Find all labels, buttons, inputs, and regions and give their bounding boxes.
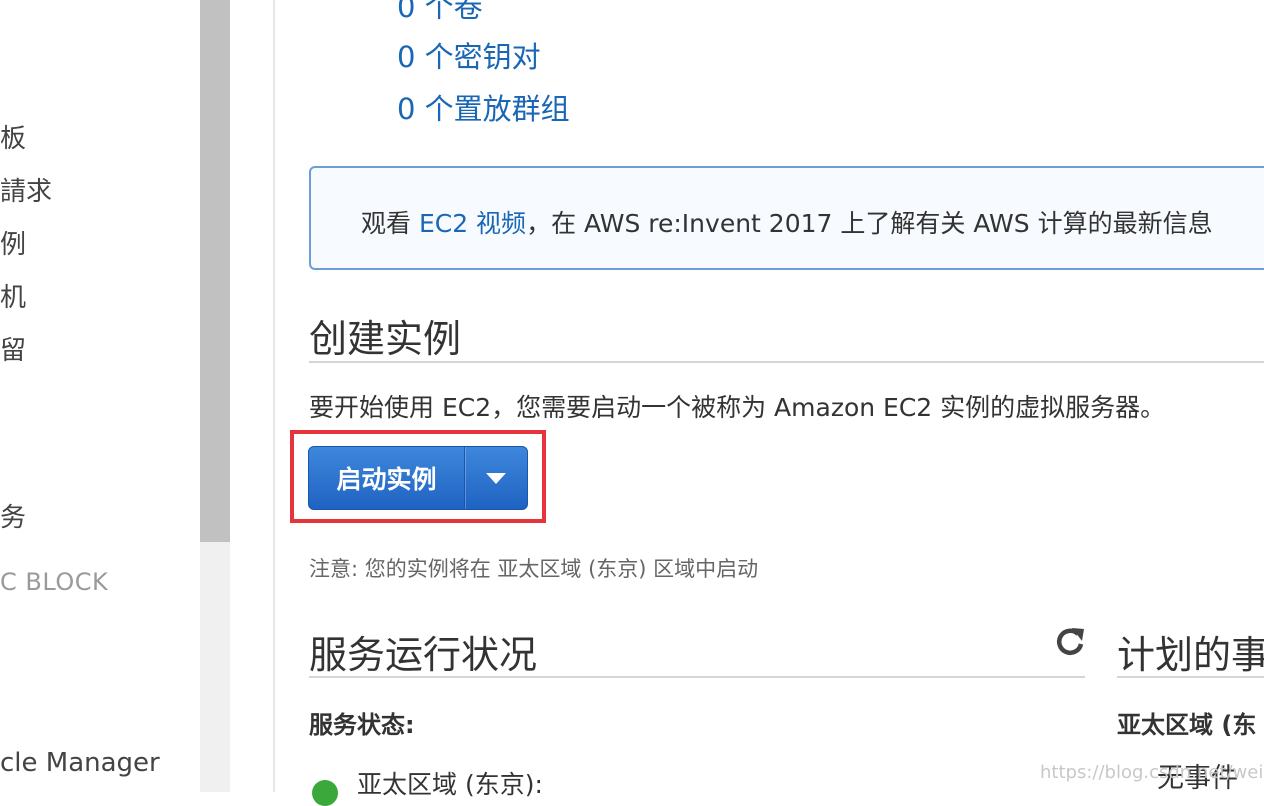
health-region-text: 亚太区域 (东京): — [357, 770, 543, 799]
sidebar-item-dashboard[interactable]: 板 — [0, 118, 26, 155]
info-suffix: ，在 AWS re:Invent 2017 上了解有关 AWS 计算的最新信息 — [526, 209, 1213, 238]
events-region-label: 亚太区域 (东 — [1117, 711, 1257, 739]
sidebar-item-hosts[interactable]: 机 — [0, 277, 26, 314]
sidebar-item-reserved[interactable]: 留 — [0, 330, 26, 367]
health-section-rule — [309, 676, 1085, 678]
key-pairs-link[interactable]: 0 个密钥对 — [397, 34, 541, 76]
sidebar-divider — [273, 0, 275, 792]
sidebar-item-requests[interactable]: 請求 — [0, 171, 52, 208]
ec2-video-link[interactable]: EC2 视频 — [419, 209, 526, 238]
check-circle-icon — [312, 780, 338, 806]
caret-down-icon — [486, 472, 506, 484]
scheduled-events-title: 计划的事 — [1117, 633, 1264, 677]
volumes-link[interactable]: 0 个卷 — [397, 0, 483, 26]
placement-groups-link[interactable]: 0 个置放群组 — [397, 86, 570, 128]
create-section-rule — [309, 361, 1264, 363]
sidebar-item-lifecycle-manager[interactable]: cle Manager — [0, 748, 160, 778]
refresh-icon[interactable] — [1052, 624, 1088, 660]
sidebar-scroll-thumb[interactable] — [200, 0, 230, 542]
launch-instance-label[interactable]: 启动实例 — [309, 460, 464, 496]
info-prefix: 观看 — [361, 209, 419, 238]
sidebar-item-services[interactable]: 务 — [0, 497, 26, 534]
launch-dropdown-toggle[interactable] — [465, 472, 527, 484]
sidebar-section-elastic-block: C BLOCK — [0, 568, 109, 596]
launch-instance-button[interactable]: 启动实例 — [308, 446, 528, 510]
launch-region-note: 注意: 您的实例将在 亚太区域 (东京) 区域中启动 — [309, 557, 759, 581]
create-description: 要开始使用 EC2，您需要启动一个被称为 Amazon EC2 实例的虚拟服务器… — [309, 393, 1166, 422]
events-section-rule — [1117, 676, 1264, 678]
info-text: 观看 EC2 视频，在 AWS re:Invent 2017 上了解有关 AWS… — [361, 204, 1213, 240]
create-instance-title: 创建实例 — [309, 317, 462, 361]
sidebar-item-instances[interactable]: 例 — [0, 224, 26, 261]
info-banner: 观看 EC2 视频，在 AWS re:Invent 2017 上了解有关 AWS… — [309, 166, 1264, 270]
service-status-label: 服务状态: — [309, 711, 415, 739]
watermark: https://blog.csdn.net/weixin_le — [1040, 762, 1264, 783]
sidebar: 板 請求 例 机 留 务 C BLOCK cle Manager — [0, 0, 200, 792]
service-health-title: 服务运行状况 — [309, 633, 538, 677]
